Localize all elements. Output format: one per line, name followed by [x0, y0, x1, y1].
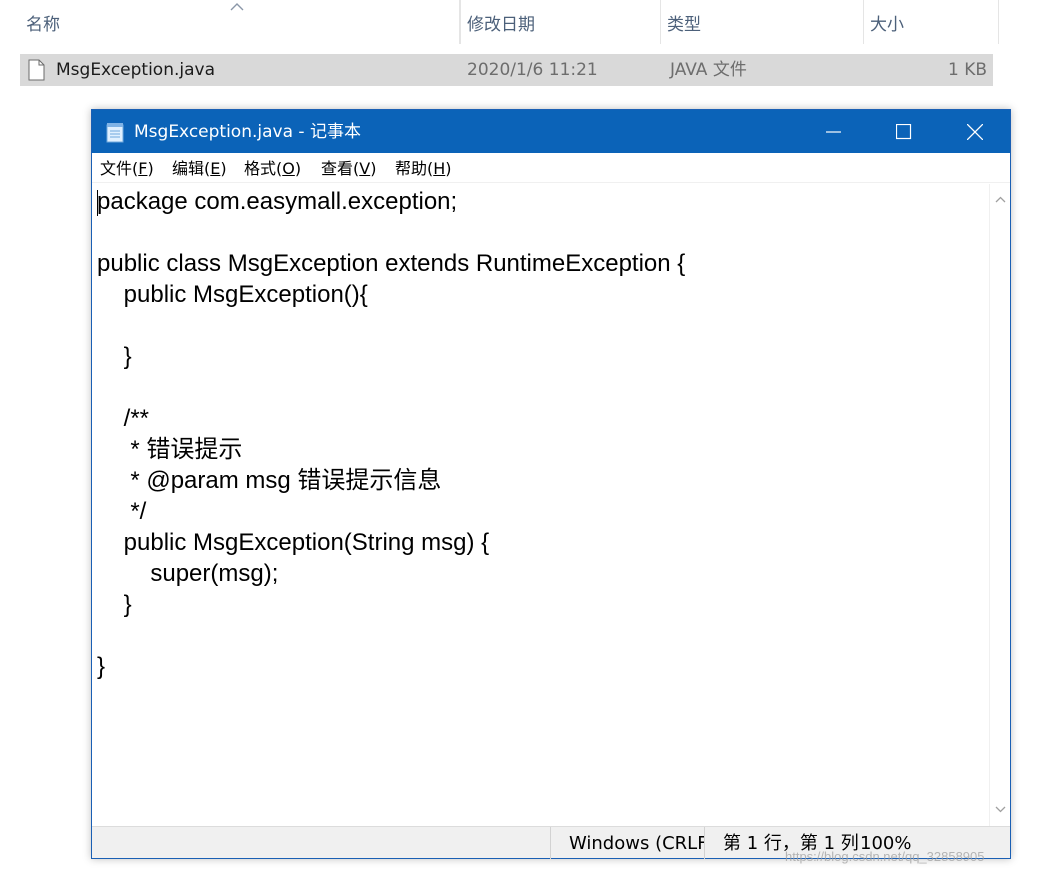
menu-view[interactable]: 查看(V): [321, 153, 376, 185]
menu-help-accel: H: [433, 159, 446, 178]
minimize-icon: [826, 131, 841, 133]
column-header-size[interactable]: 大小: [864, 0, 999, 44]
menu-view-label: 查看(: [321, 159, 360, 178]
menu-help-close: ): [445, 159, 452, 178]
scroll-down-icon[interactable]: [995, 806, 1006, 813]
maximize-button[interactable]: [869, 110, 939, 153]
sort-ascending-icon: [230, 3, 244, 11]
text-editor[interactable]: package com.easymall.exception; public c…: [92, 184, 989, 826]
status-encoding-text: Windows (CRLF: [569, 833, 704, 854]
column-header-modified-label: 修改日期: [467, 15, 535, 35]
menu-help-label: 帮助(: [395, 159, 434, 178]
menu-bar: 文件(F) 编辑(E) 格式(O) 查看(V) 帮助(H): [92, 153, 1010, 183]
file-modified: 2020/1/6 11:21: [467, 60, 598, 80]
menu-format-accel: O: [282, 159, 295, 178]
scroll-up-icon[interactable]: [995, 196, 1006, 203]
menu-view-accel: V: [359, 159, 371, 178]
file-type: JAVA 文件: [670, 60, 747, 80]
menu-edit-label: 编辑(: [172, 159, 211, 178]
menu-view-close: ): [370, 159, 377, 178]
title-bar[interactable]: MsgException.java - 记事本: [92, 110, 1010, 153]
watermark: https://blog.csdn.net/qq_32858905: [785, 849, 985, 864]
text-caret: [97, 190, 98, 216]
menu-file-label: 文件(: [100, 159, 139, 178]
menu-edit-close: ): [220, 159, 227, 178]
file-icon: [28, 59, 45, 81]
menu-format-close: ): [294, 159, 302, 178]
menu-format[interactable]: 格式(O): [244, 153, 301, 185]
menu-file-close: ): [147, 159, 154, 178]
file-explorer: 名称 修改日期 类型 大小 MsgException.java 2020/1/6…: [0, 0, 1037, 100]
status-encoding: Windows (CRLF: [550, 827, 704, 859]
vertical-scrollbar[interactable]: [989, 184, 1010, 826]
close-button[interactable]: [940, 110, 1010, 153]
window-title: MsgException.java - 记事本: [134, 122, 361, 142]
minimize-button[interactable]: [799, 110, 869, 153]
file-row[interactable]: MsgException.java 2020/1/6 11:21 JAVA 文件…: [20, 54, 993, 86]
file-name: MsgException.java: [56, 60, 216, 80]
column-header-name-label: 名称: [26, 15, 60, 35]
notepad-icon: [106, 123, 124, 143]
menu-edit[interactable]: 编辑(E): [172, 153, 227, 185]
column-header-size-label: 大小: [870, 15, 904, 35]
column-header-type[interactable]: 类型: [661, 0, 864, 44]
menu-help[interactable]: 帮助(H): [395, 153, 452, 185]
column-header-type-label: 类型: [667, 15, 701, 35]
editor-content[interactable]: package com.easymall.exception; public c…: [97, 186, 685, 682]
menu-file[interactable]: 文件(F): [100, 153, 154, 185]
menu-edit-accel: E: [210, 159, 221, 178]
close-icon: [967, 124, 983, 140]
column-header-modified[interactable]: 修改日期: [460, 0, 661, 44]
file-size: 1 KB: [947, 60, 987, 80]
menu-format-label: 格式(: [244, 159, 283, 178]
maximize-icon: [896, 124, 912, 140]
notepad-window: MsgException.java - 记事本 文件(F) 编辑(E) 格式(O…: [91, 109, 1011, 859]
